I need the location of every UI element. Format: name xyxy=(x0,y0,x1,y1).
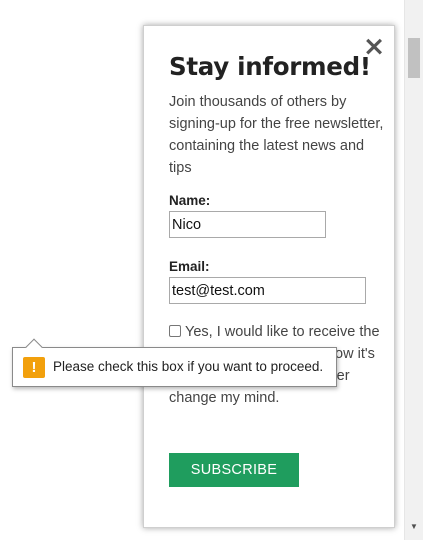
bottom-bar xyxy=(0,540,423,557)
validation-tooltip: ! Please check this box if you want to p… xyxy=(12,338,337,387)
email-input[interactable] xyxy=(169,277,366,304)
name-label: Name: xyxy=(169,193,211,208)
email-label: Email: xyxy=(169,259,210,274)
consent-checkbox[interactable] xyxy=(169,325,181,337)
page-scrollbar[interactable]: ▼ xyxy=(404,0,423,540)
subscribe-button[interactable]: SUBSCRIBE xyxy=(169,453,299,487)
popup-intro-text: Join thousands of others by signing-up f… xyxy=(169,94,384,176)
tooltip-arrow xyxy=(25,338,43,356)
newsletter-popup: × Stay informed! Join thousands of other… xyxy=(143,25,395,528)
scroll-down-arrow-icon[interactable]: ▼ xyxy=(408,522,420,532)
warning-icon: ! xyxy=(23,357,45,378)
consent-text-start: Yes, I would like to xyxy=(185,324,309,340)
scrollbar-thumb[interactable] xyxy=(408,38,420,78)
tooltip-message: Please check this box if you want to pro… xyxy=(53,359,324,374)
name-input[interactable] xyxy=(169,211,326,238)
popup-title: Stay informed! xyxy=(169,52,371,81)
